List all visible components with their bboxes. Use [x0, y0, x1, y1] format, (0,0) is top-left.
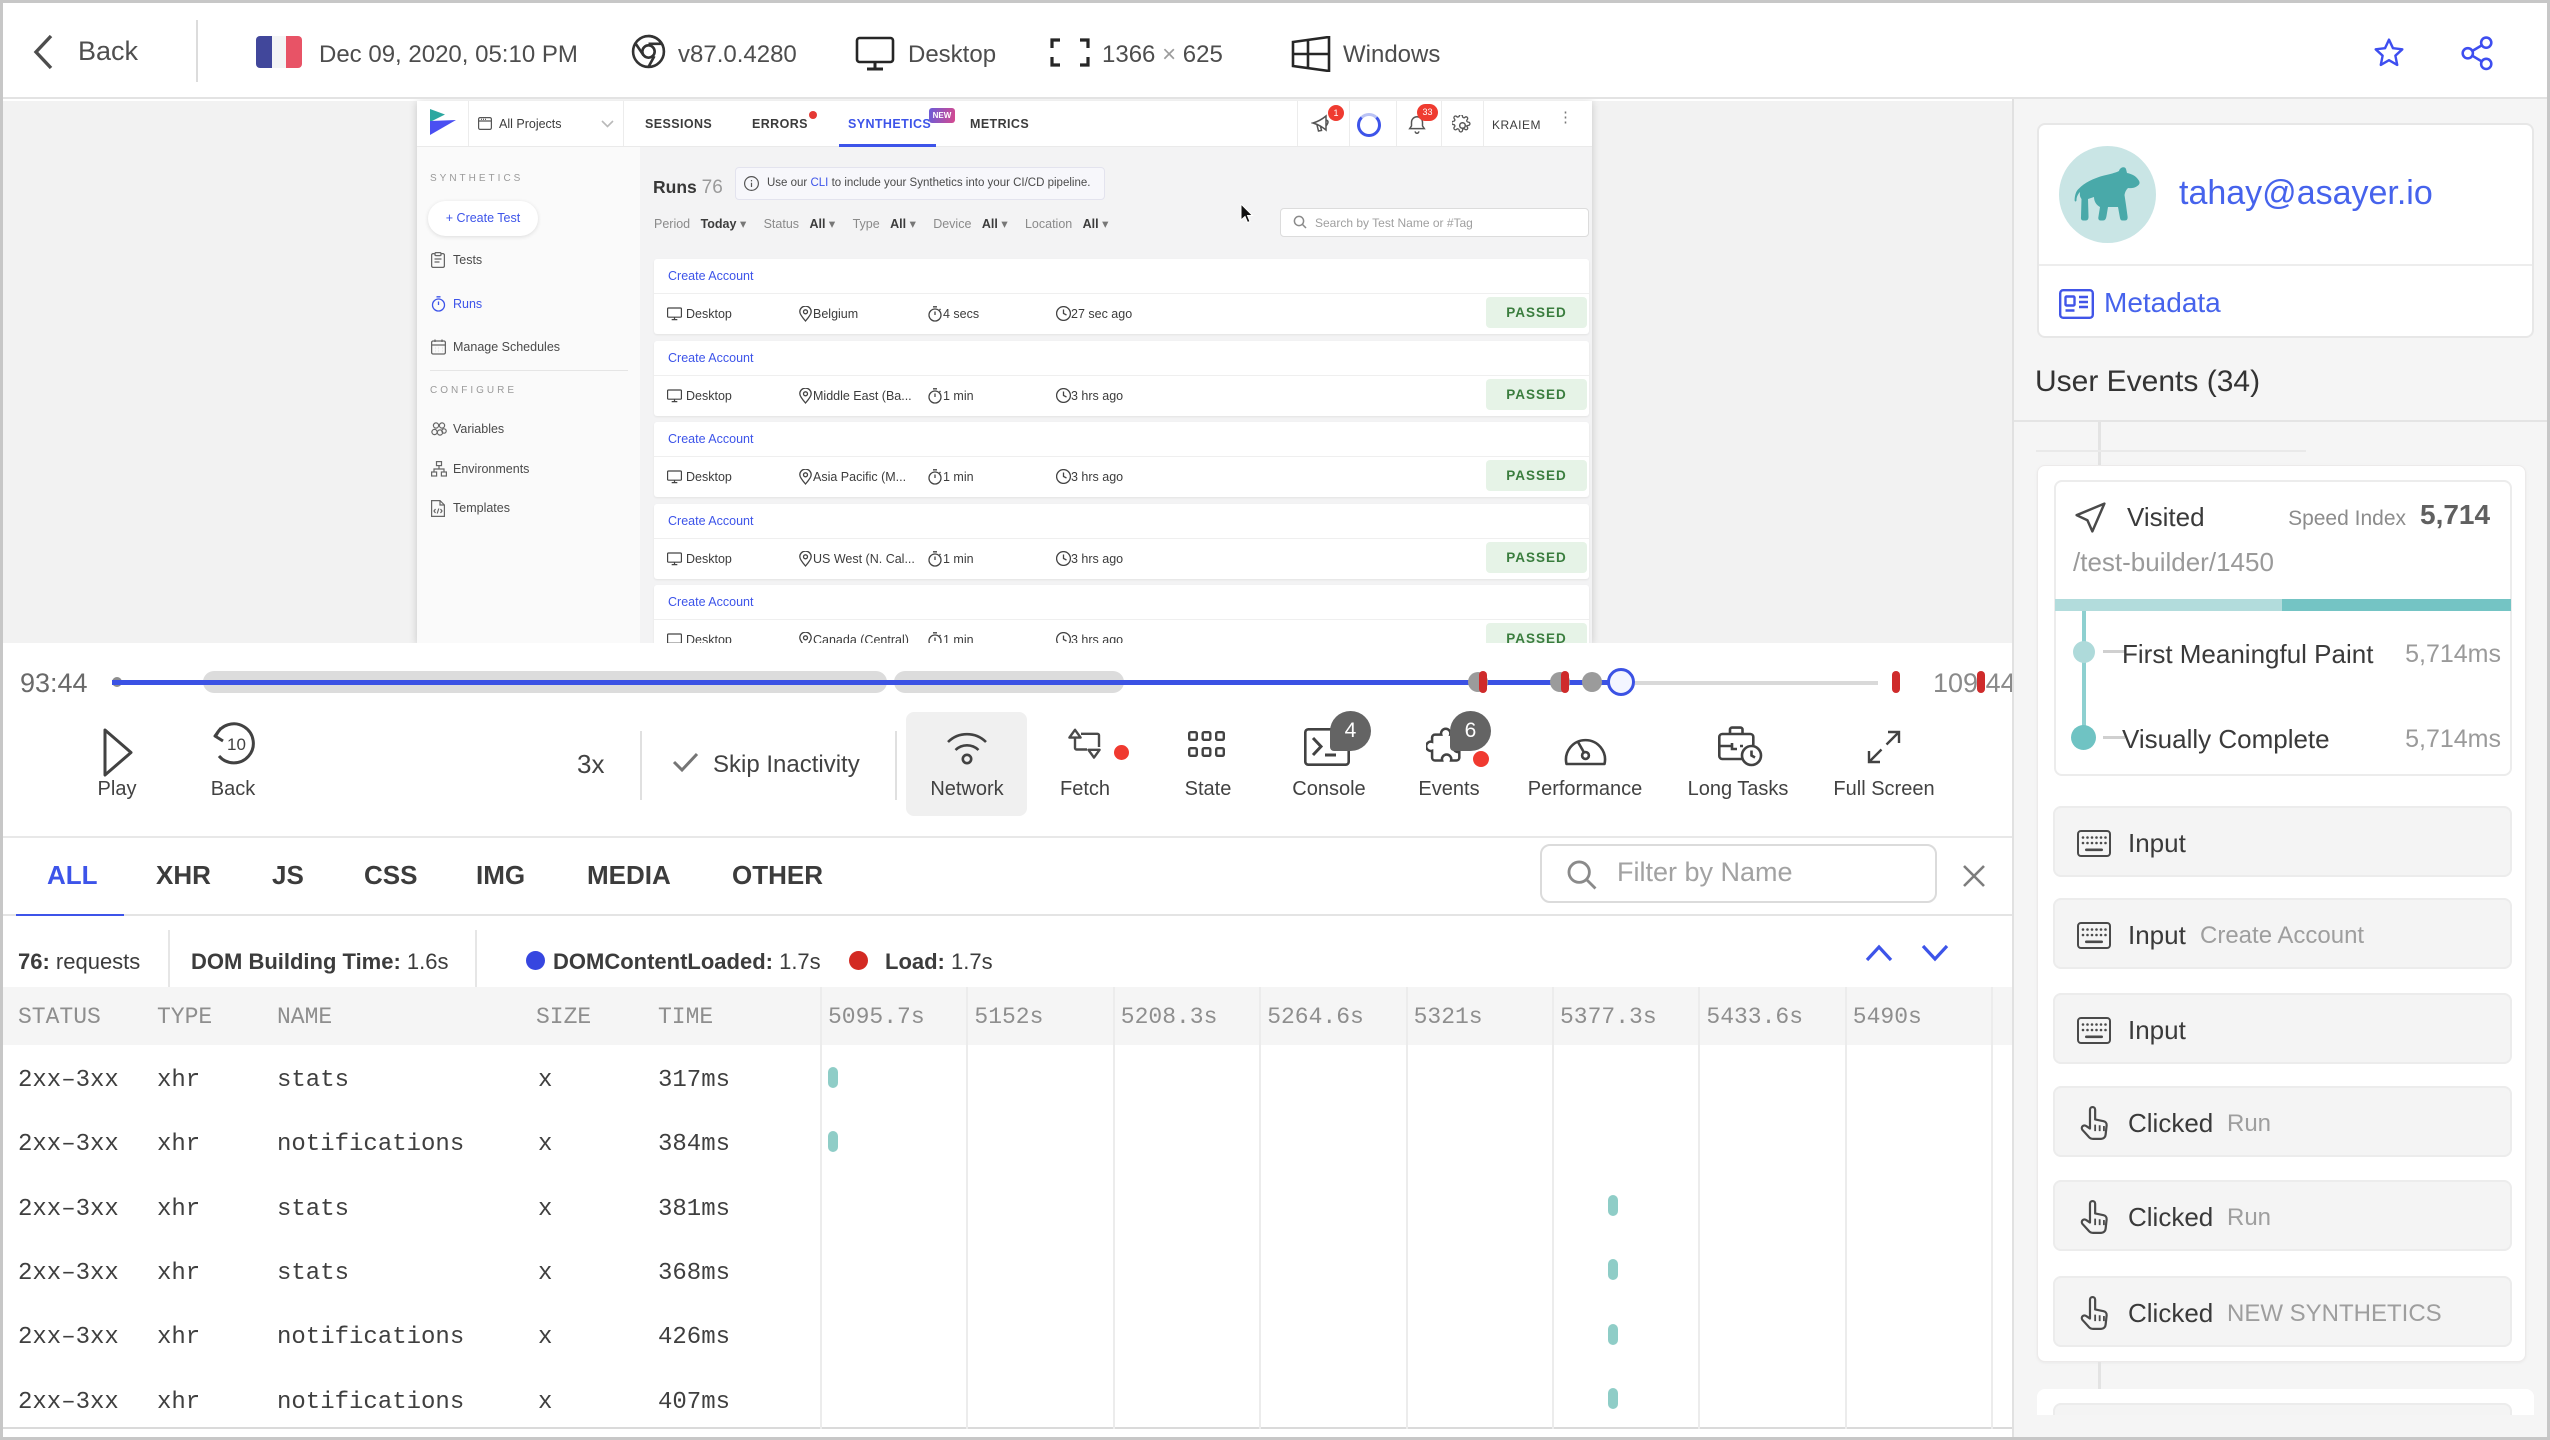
svg-text:10: 10 — [227, 735, 246, 754]
